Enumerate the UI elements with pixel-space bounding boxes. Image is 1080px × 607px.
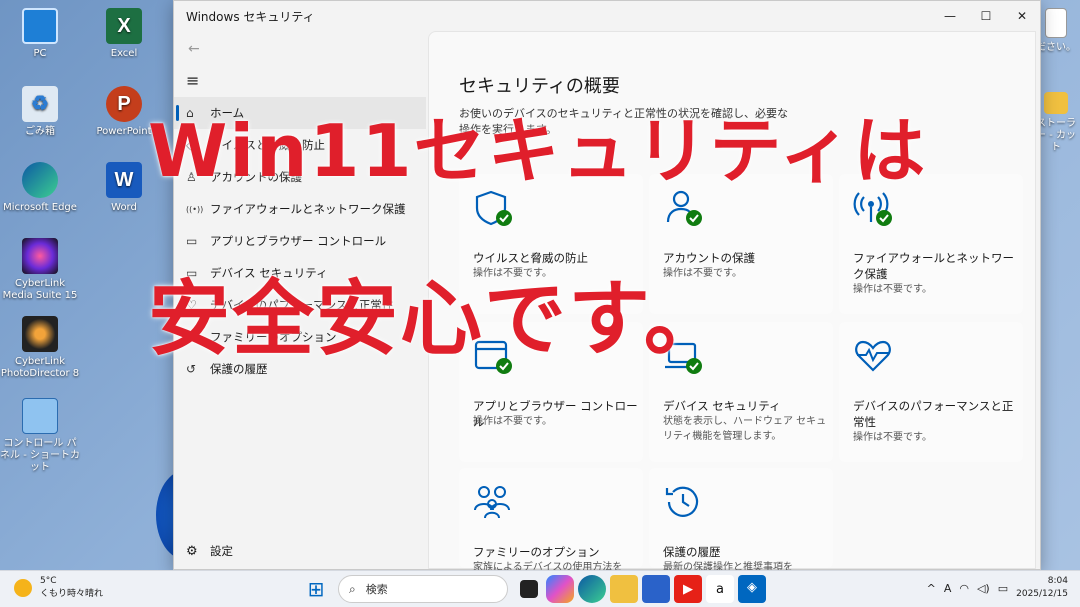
card-desc: 状態を表示し、ハードウェア セキュリティ機能を管理します。 <box>663 416 827 442</box>
desktop-icon-label: CyberLink Media Suite 15 <box>2 278 78 301</box>
card-desc: 操作は不要です。 <box>473 416 552 427</box>
sidebar-item-firewall[interactable]: ((•)) ファイアウォールとネットワーク保護 <box>174 193 426 225</box>
heart-pulse-icon <box>855 340 891 372</box>
titlebar: Windows セキュリティ — ☐ ✕ <box>174 1 1040 31</box>
desktop-icon-label: ごみ箱 <box>25 126 55 137</box>
excel-icon: X <box>106 8 142 44</box>
card-history[interactable]: 保護の履歴 最新の保護操作と推奨事項を <box>649 468 833 573</box>
desktop-icon-label: PowerPoint <box>96 126 152 137</box>
gear-icon: ⚙ <box>186 543 198 559</box>
card-desc: 操作は不要です。 <box>853 432 932 443</box>
clock-time: 8:04 <box>1047 576 1068 586</box>
overlay-caption-line1: Win11セキュリティは <box>148 109 928 193</box>
desktop-icon-label: CyberLink PhotoDirector 8 <box>0 356 80 379</box>
window-controls: — ☐ ✕ <box>932 1 1040 31</box>
desktop-icon-label: Microsoft Edge <box>3 202 77 213</box>
windows-security-taskbar-icon[interactable]: ◈ <box>738 575 766 603</box>
sidebar-item-label: 設定 <box>210 544 233 558</box>
desktop-icon-label: Word <box>111 202 137 213</box>
window-title: Windows セキュリティ <box>186 9 315 24</box>
sidebar-item-label: アプリとブラウザー コントロール <box>210 234 387 248</box>
youtube-icon[interactable]: ▶ <box>674 575 702 603</box>
card-title: 保護の履歴 <box>663 545 721 559</box>
task-view-icon[interactable] <box>520 580 538 598</box>
desktop-icon-cyberlink-media[interactable]: CyberLink Media Suite 15 <box>0 238 80 302</box>
powerpoint-icon: P <box>106 86 142 122</box>
hamburger-menu-icon[interactable]: ≡ <box>186 71 199 90</box>
weather-widget[interactable]: 5°C くもり時々晴れ <box>14 576 103 599</box>
store-icon[interactable] <box>642 575 670 603</box>
overlay-caption-line2: 安全安心です。 <box>148 272 728 367</box>
taskbar-apps: ⊞ ⌕ 検索 ▶ a ◈ <box>302 575 766 603</box>
search-icon: ⌕ <box>349 581 356 596</box>
taskbar: 5°C くもり時々晴れ ⊞ ⌕ 検索 ▶ a ◈ ^ A ◠ ◁) ▭ 8:04… <box>0 570 1080 607</box>
maximize-button[interactable]: ☐ <box>968 1 1004 31</box>
desktop-icon-label: コントロール パネル - ショートカット <box>0 438 80 473</box>
desktop-icon-control-panel[interactable]: コントロール パネル - ショートカット <box>0 398 80 474</box>
close-button[interactable]: ✕ <box>1004 1 1040 31</box>
edge-taskbar-icon[interactable] <box>578 575 606 603</box>
volume-icon[interactable]: ◁) <box>977 582 990 595</box>
card-title: ファミリーのオプション <box>473 545 600 559</box>
chevron-up-icon[interactable]: ^ <box>927 582 936 595</box>
edge-icon <box>22 162 58 198</box>
photodirector-icon <box>22 316 58 352</box>
search-placeholder: 検索 <box>365 583 388 596</box>
minimize-button[interactable]: — <box>932 1 968 31</box>
card-performance[interactable]: デバイスのパフォーマンスと正常性 操作は不要です。 <box>839 322 1023 462</box>
amazon-icon[interactable]: a <box>706 575 734 603</box>
sidebar-item-settings[interactable]: ⚙ 設定 <box>186 543 233 559</box>
card-title: デバイス セキュリティ <box>663 399 781 413</box>
monitor-icon <box>22 8 58 44</box>
wifi-icon[interactable]: ◠ <box>959 582 969 595</box>
taskbar-search[interactable]: ⌕ 検索 <box>338 575 508 603</box>
sidebar-item-label: ファイアウォールとネットワーク保護 <box>210 202 406 216</box>
desktop-icon-edge[interactable]: Microsoft Edge <box>0 162 80 214</box>
antenna-icon: ((•)) <box>186 204 204 214</box>
desktop-icon-label: Excel <box>110 48 138 59</box>
clock-date: 2025/12/15 <box>1016 589 1068 599</box>
cyberlink-media-icon <box>22 238 58 274</box>
desktop-icon-label: ださい。 <box>1036 42 1076 53</box>
ime-indicator[interactable]: A <box>944 582 952 595</box>
folder-icon <box>1044 92 1068 114</box>
copilot-icon[interactable] <box>546 575 574 603</box>
battery-icon[interactable]: ▭ <box>998 582 1008 595</box>
desktop-icon-photodirector[interactable]: CyberLink PhotoDirector 8 <box>0 316 80 380</box>
card-title: デバイスのパフォーマンスと正常性 <box>853 399 1014 429</box>
clock[interactable]: 8:04 2025/12/15 <box>1016 575 1068 601</box>
card-desc: 操作は不要です。 <box>853 284 932 295</box>
control-panel-icon <box>22 398 58 434</box>
family-icon <box>474 486 510 519</box>
weather-icon <box>14 578 32 597</box>
browser-icon: ▭ <box>186 234 198 248</box>
back-arrow-icon[interactable]: ← <box>188 41 200 57</box>
weather-desc: くもり時々晴れ <box>40 589 104 599</box>
desktop-icon-label: ストーラー - カット <box>1036 118 1076 153</box>
desktop-icon-excel[interactable]: X Excel <box>84 8 164 60</box>
start-button[interactable]: ⊞ <box>302 575 330 603</box>
word-icon: W <box>106 162 142 198</box>
file-explorer-icon[interactable] <box>610 575 638 603</box>
weather-temp: 5°C <box>40 576 57 586</box>
desktop-icon-label: PC <box>33 48 47 59</box>
history-icon <box>665 486 699 517</box>
desktop-icon-recycle-bin[interactable]: ♻ ごみ箱 <box>0 86 80 138</box>
system-tray: ^ A ◠ ◁) ▭ 8:04 2025/12/15 <box>927 575 1068 601</box>
document-icon <box>1045 8 1067 38</box>
card-family[interactable]: ファミリーのオプション 家族によるデバイスの使用方法を <box>459 468 643 573</box>
recycle-bin-icon: ♻ <box>22 86 58 122</box>
desktop-icon-pc[interactable]: PC <box>0 8 80 60</box>
card-title: ファイアウォールとネットワーク保護 <box>853 251 1014 281</box>
